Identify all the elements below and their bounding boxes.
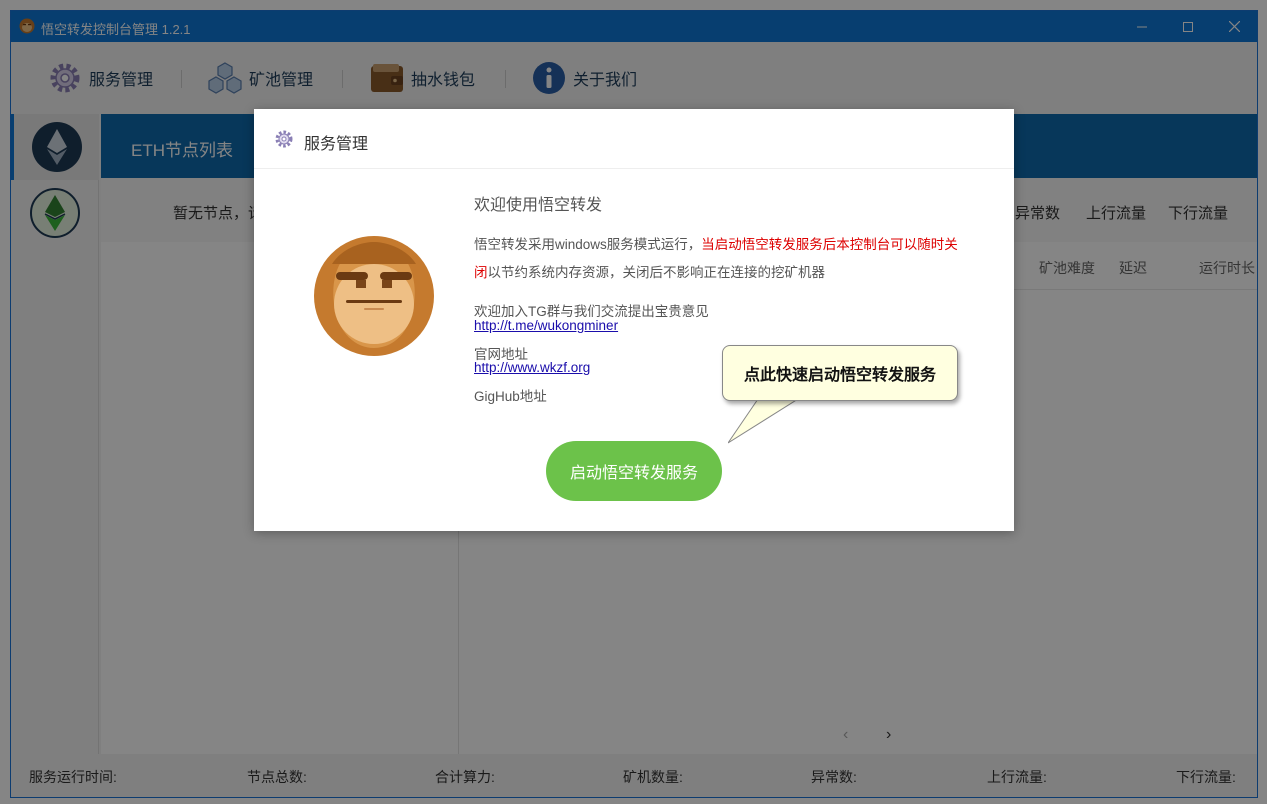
desc-text-part2: 以节约系统内存资源，关闭后不影响正在连接的挖矿机器 (487, 265, 826, 280)
dialog-title: 服务管理 (304, 136, 369, 153)
welcome-heading: 欢迎使用悟空转发 (474, 197, 603, 214)
service-description: 悟空转发采用windows服务模式运行，当启动悟空转发服务后本控制台可以随时关闭… (474, 231, 964, 287)
github-label: GigHub地址 (474, 389, 547, 404)
callout-tail (728, 399, 799, 444)
start-service-tooltip: 点此快速启动悟空转发服务 (722, 345, 958, 401)
dialog-header: 服务管理 (254, 109, 1014, 169)
gear-icon (275, 130, 293, 148)
start-service-button[interactable]: 启动悟空转发服务 (546, 441, 722, 501)
desc-text-part1: 悟空转发采用windows服务模式运行， (474, 237, 702, 252)
telegram-link[interactable]: http://t.me/wukongminer (474, 318, 618, 333)
monkey-mascot-icon (314, 236, 434, 356)
website-link[interactable]: http://www.wkzf.org (474, 360, 590, 375)
tooltip-text: 点此快速启动悟空转发服务 (743, 367, 936, 384)
telegram-invite-text: 欢迎加入TG群与我们交流提出宝贵意见 (474, 304, 709, 319)
service-management-dialog: 服务管理 欢迎使用悟空转发 悟空转发采用windows服务模式运行，当启动悟空转… (254, 109, 1014, 531)
